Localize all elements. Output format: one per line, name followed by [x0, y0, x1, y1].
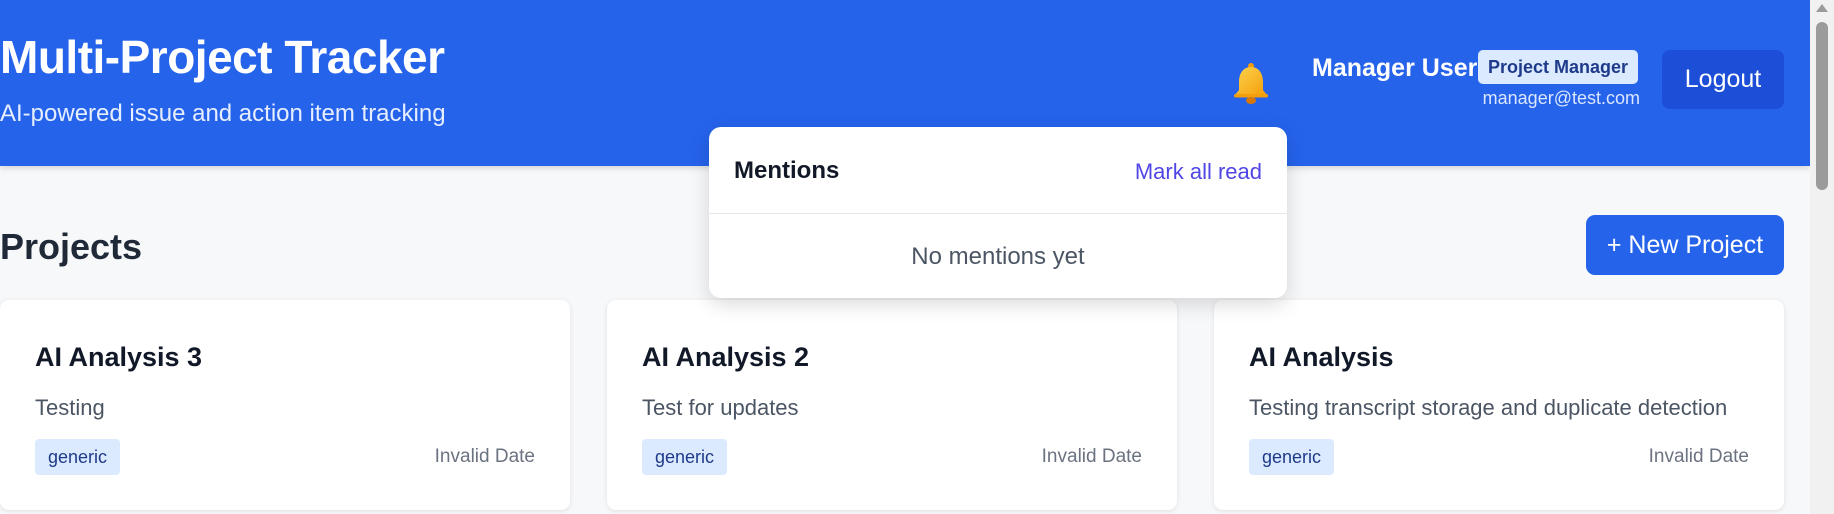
project-date: Invalid Date — [1041, 446, 1142, 467]
project-tag: generic — [1249, 439, 1335, 475]
project-date: Invalid Date — [434, 446, 535, 467]
scroll-thumb[interactable] — [1816, 22, 1828, 190]
project-title: AI Analysis — [1249, 342, 1394, 372]
projects-heading: Projects — [0, 226, 143, 267]
logout-button[interactable]: Logout — [1662, 50, 1784, 109]
mentions-dropdown: Mentions Mark all read No mentions yet — [709, 127, 1287, 298]
vertical-scrollbar[interactable] — [1810, 0, 1834, 514]
project-description: Testing — [35, 395, 105, 420]
bell-icon-graphic — [1234, 63, 1268, 104]
project-date: Invalid Date — [1648, 446, 1749, 467]
project-title: AI Analysis 3 — [35, 342, 203, 372]
project-card[interactable]: AI Analysis 3 Testing generic Invalid Da… — [0, 300, 570, 510]
project-card[interactable]: AI Analysis 2 Test for updates generic I… — [607, 300, 1177, 510]
user-name: Manager User — [1312, 54, 1478, 82]
bell-icon[interactable] — [1231, 62, 1271, 104]
project-tag: generic — [35, 439, 121, 475]
new-project-button[interactable]: + New Project — [1586, 215, 1784, 275]
mark-all-read-link[interactable]: Mark all read — [1135, 159, 1262, 185]
project-description: Test for updates — [642, 395, 799, 420]
project-title: AI Analysis 2 — [642, 342, 810, 372]
mentions-title: Mentions — [734, 157, 840, 184]
mentions-header: Mentions Mark all read — [709, 127, 1287, 214]
app-subtitle: AI-powered issue and action item trackin… — [0, 100, 446, 127]
project-card[interactable]: AI Analysis Testing transcript storage a… — [1214, 300, 1784, 510]
app-title: Multi-Project Tracker — [0, 31, 445, 83]
project-description: Testing transcript storage and duplicate… — [1249, 395, 1728, 420]
scroll-up-icon[interactable] — [1816, 4, 1828, 12]
project-tag: generic — [642, 439, 728, 475]
role-badge: Project Manager — [1478, 50, 1638, 84]
user-email: manager@test.com — [1482, 88, 1640, 108]
mentions-empty-state: No mentions yet — [911, 243, 1085, 270]
